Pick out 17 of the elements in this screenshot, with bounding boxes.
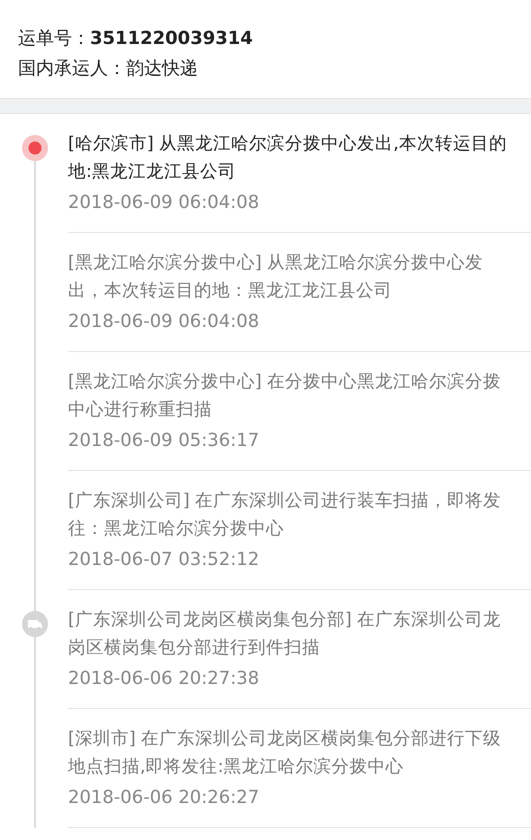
current-status-dot-icon: [21, 134, 49, 162]
event-time: 2018-06-06 20:26:27: [68, 786, 260, 810]
carrier-label: 国内承运人：: [18, 58, 126, 79]
event-time: 2018-06-09 06:04:08: [68, 191, 260, 215]
waybill-label: 运单号：: [18, 28, 90, 49]
event-description: [黑龙江哈尔滨分拨中心] 在分拨中心黑龙江哈尔滨分拨中心进行称重扫描: [68, 371, 502, 422]
event-time: 2018-06-06 20:27:38: [68, 667, 260, 691]
event-description: [哈尔滨市] 从黑龙江哈尔滨分拨中心发出,本次转运目的地:黑龙江龙江县公司: [68, 133, 508, 184]
event-description: [广东深圳公司] 在广东深圳公司进行装车扫描，即将发往：黑龙江哈尔滨分拨中心: [68, 490, 502, 541]
event-description: [黑龙江哈尔滨分拨中心] 从黑龙江哈尔滨分拨中心发出，本次转运目的地：黑龙江龙江县公司: [68, 252, 484, 303]
event-time: 2018-06-07 03:52:12: [68, 548, 260, 572]
event-description: [广东深圳公司龙岗区横岗集包分部] 在广东深圳公司龙岗区横岗集包分部进行到件扫描: [68, 609, 502, 660]
event-time: 2018-06-09 05:36:17: [68, 429, 260, 453]
event-description: [深圳市] 在广东深圳公司龙岗区横岗集包分部进行下级地点扫描,即将发往:黑龙江哈尔滨分拨中心: [68, 728, 502, 779]
event-time: 2018-06-09 06:04:08: [68, 310, 260, 334]
waybill-number: 3511220039314: [90, 28, 253, 49]
carrier-name: 韵达快递: [126, 58, 198, 79]
